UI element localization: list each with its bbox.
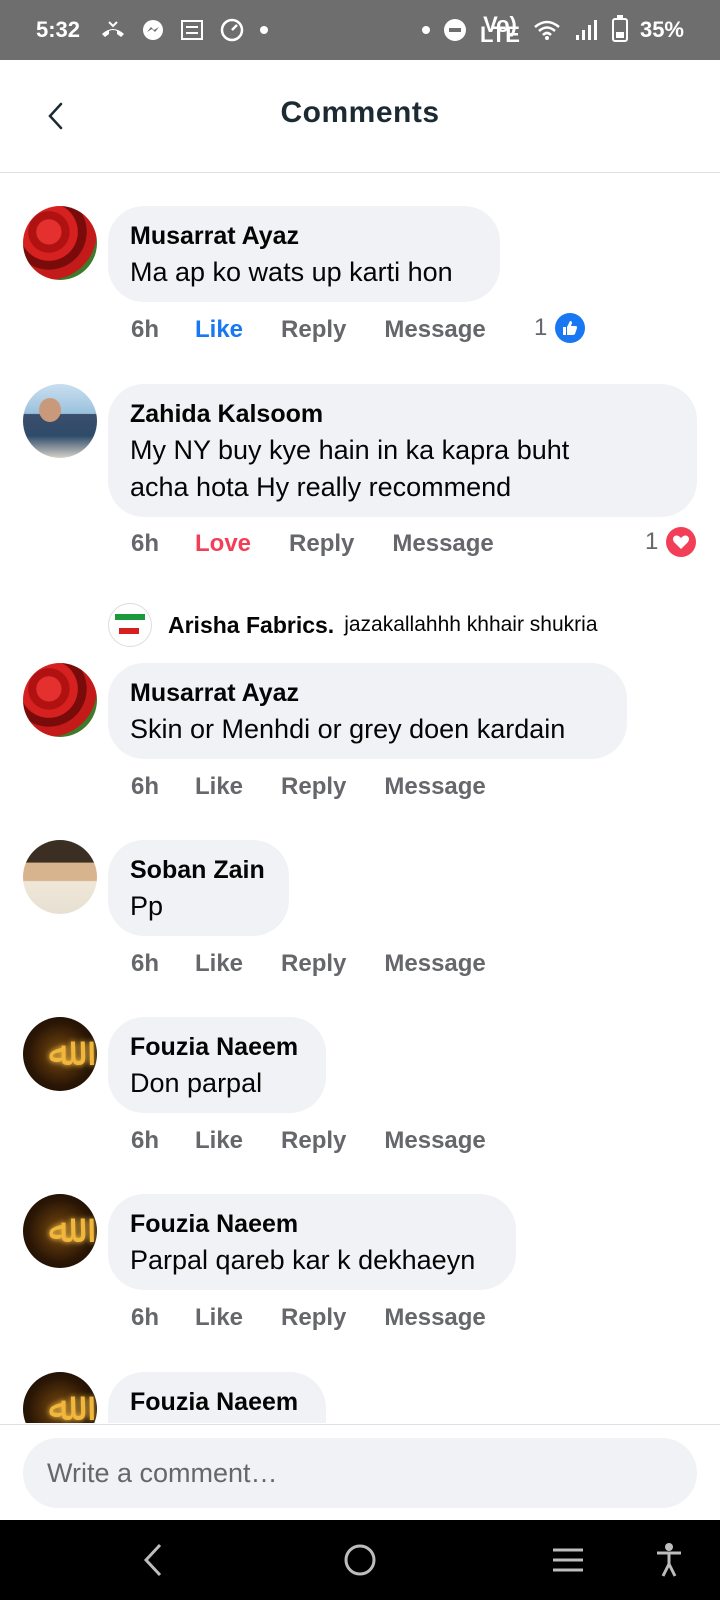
avatar[interactable]	[23, 384, 97, 458]
reply-button[interactable]: Reply	[289, 530, 354, 558]
heart-icon	[666, 527, 697, 557]
chevron-left-icon	[143, 1543, 162, 1577]
reply-text: jazakallahhh khhair shukria	[344, 613, 598, 636]
message-button[interactable]: Message	[384, 1304, 485, 1332]
comment-time: 6h	[131, 773, 160, 800]
reply-button[interactable]: Reply	[281, 950, 346, 978]
reply-button[interactable]: Reply	[281, 316, 346, 344]
like-button[interactable]: Like	[195, 950, 243, 978]
comment-text: Ma ap ko wats up karti hon	[130, 257, 453, 287]
avatar[interactable]	[108, 603, 152, 647]
comment-author[interactable]: Musarrat Ayaz	[130, 677, 605, 709]
comment-bubble[interactable]: Fouzia Naeem Parpal qareb kar k dekhaeyn	[108, 1194, 516, 1290]
comment-author[interactable]: Soban Zain	[130, 854, 267, 886]
comment-text-line: acha hota Hy really recommend	[130, 472, 512, 502]
reaction-number: 1	[534, 314, 548, 341]
battery-percent: 35%	[639, 17, 684, 42]
speedometer-icon	[220, 18, 244, 42]
status-time: 5:32	[36, 17, 81, 42]
wifi-icon	[534, 19, 560, 41]
comment-actions: 6h Like Reply Message	[131, 316, 486, 344]
avatar[interactable]: ﷲ	[23, 1017, 97, 1091]
avatar[interactable]	[23, 663, 97, 737]
home-circle-icon	[344, 1544, 376, 1576]
message-button[interactable]: Message	[384, 950, 485, 978]
comment-time: 6h	[131, 950, 160, 977]
volte-icon: Vo) LTE	[480, 12, 520, 47]
comment-text: Don parpal	[130, 1068, 263, 1098]
comments-header: Comments	[0, 60, 720, 173]
comment-bubble[interactable]: Soban Zain Pp	[108, 840, 289, 936]
like-button[interactable]: Like	[195, 316, 243, 344]
comment-author[interactable]: Zahida Kalsoom	[130, 398, 675, 430]
comment-actions: 6h Like Reply Message	[131, 1304, 486, 1332]
comment-bubble[interactable]: Zahida Kalsoom My NY buy kye hain in ka …	[108, 384, 697, 517]
avatar[interactable]	[23, 206, 97, 280]
thumbs-up-icon	[555, 313, 586, 343]
page-title: Comments	[280, 96, 440, 129]
message-button[interactable]: Message	[384, 316, 485, 344]
comment-actions: 6h Like Reply Message	[131, 773, 486, 801]
notification-dot-icon	[260, 26, 269, 34]
nav-recents-button[interactable]	[551, 1540, 585, 1580]
comment-bubble[interactable]: Fouzia Naeem	[108, 1372, 326, 1423]
accessibility-button[interactable]	[654, 1540, 684, 1580]
message-button[interactable]: Message	[392, 530, 493, 558]
jazzcash-icon	[180, 19, 204, 41]
comment-author[interactable]: Fouzia Naeem	[130, 1386, 304, 1418]
signal-icon	[574, 19, 598, 41]
comment-time: 6h	[131, 1127, 160, 1154]
notification-dot-icon	[422, 26, 431, 34]
comment-author[interactable]: Musarrat Ayaz	[130, 220, 478, 252]
comment-bubble[interactable]: Musarrat Ayaz Ma ap ko wats up karti hon	[108, 206, 500, 302]
nav-back-button[interactable]	[138, 1540, 168, 1580]
accessibility-icon	[657, 1543, 681, 1577]
reply-button[interactable]: Reply	[281, 1127, 346, 1155]
comment-text: Parpal qareb kar k dekhaeyn	[130, 1245, 476, 1275]
system-navigation-bar	[0, 1520, 720, 1600]
comment-time: 6h	[131, 530, 160, 557]
comment-bubble[interactable]: Fouzia Naeem Don parpal	[108, 1017, 326, 1113]
comment-time: 6h	[131, 1304, 160, 1331]
messenger-icon	[142, 19, 164, 41]
do-not-disturb-icon	[444, 19, 467, 41]
comment-time: 6h	[131, 316, 160, 343]
reaction-number: 1	[645, 528, 659, 555]
avatar[interactable]: ﷲ	[23, 1372, 97, 1423]
reply-preview[interactable]: Arisha Fabrics. jazakallahhh khhair shuk…	[108, 603, 598, 647]
avatar[interactable]: ﷲ	[23, 1194, 97, 1268]
comment-list[interactable]: Musarrat Ayaz Ma ap ko wats up karti hon…	[0, 173, 720, 1423]
status-right: Vo) LTE 35%	[422, 12, 684, 47]
message-button[interactable]: Message	[384, 773, 485, 801]
comment-text-line: My NY buy kye hain in ka kapra buht	[130, 435, 570, 465]
reaction-count[interactable]: 1	[645, 527, 697, 557]
comment-input[interactable]: Write a comment…	[23, 1438, 697, 1508]
love-button[interactable]: Love	[195, 530, 251, 558]
missed-call-icon	[100, 20, 126, 40]
reaction-count[interactable]: 1	[534, 313, 586, 343]
comment-composer: Write a comment…	[0, 1424, 720, 1521]
comment-text: Pp	[130, 891, 164, 921]
battery-icon	[611, 15, 628, 42]
comment-bubble[interactable]: Musarrat Ayaz Skin or Menhdi or grey doe…	[108, 663, 627, 759]
message-button[interactable]: Message	[384, 1127, 485, 1155]
menu-lines-icon	[553, 1548, 583, 1572]
nav-home-button[interactable]	[342, 1540, 378, 1580]
reply-button[interactable]: Reply	[281, 773, 346, 801]
comment-actions: 6h Love Reply Message	[131, 530, 494, 558]
comment-actions: 6h Like Reply Message	[131, 1127, 486, 1155]
status-bar: 5:32 Vo) LTE 35%	[0, 0, 720, 60]
comment-author[interactable]: Fouzia Naeem	[130, 1208, 494, 1240]
comment-author[interactable]: Fouzia Naeem	[130, 1031, 304, 1063]
like-button[interactable]: Like	[195, 1127, 243, 1155]
reply-button[interactable]: Reply	[281, 1304, 346, 1332]
reply-author[interactable]: Arisha Fabrics.	[168, 612, 334, 639]
comment-actions: 6h Like Reply Message	[131, 950, 486, 978]
like-button[interactable]: Like	[195, 773, 243, 801]
comment-text: Skin or Menhdi or grey doen kardain	[130, 714, 566, 744]
like-button[interactable]: Like	[195, 1304, 243, 1332]
avatar[interactable]	[23, 840, 97, 914]
